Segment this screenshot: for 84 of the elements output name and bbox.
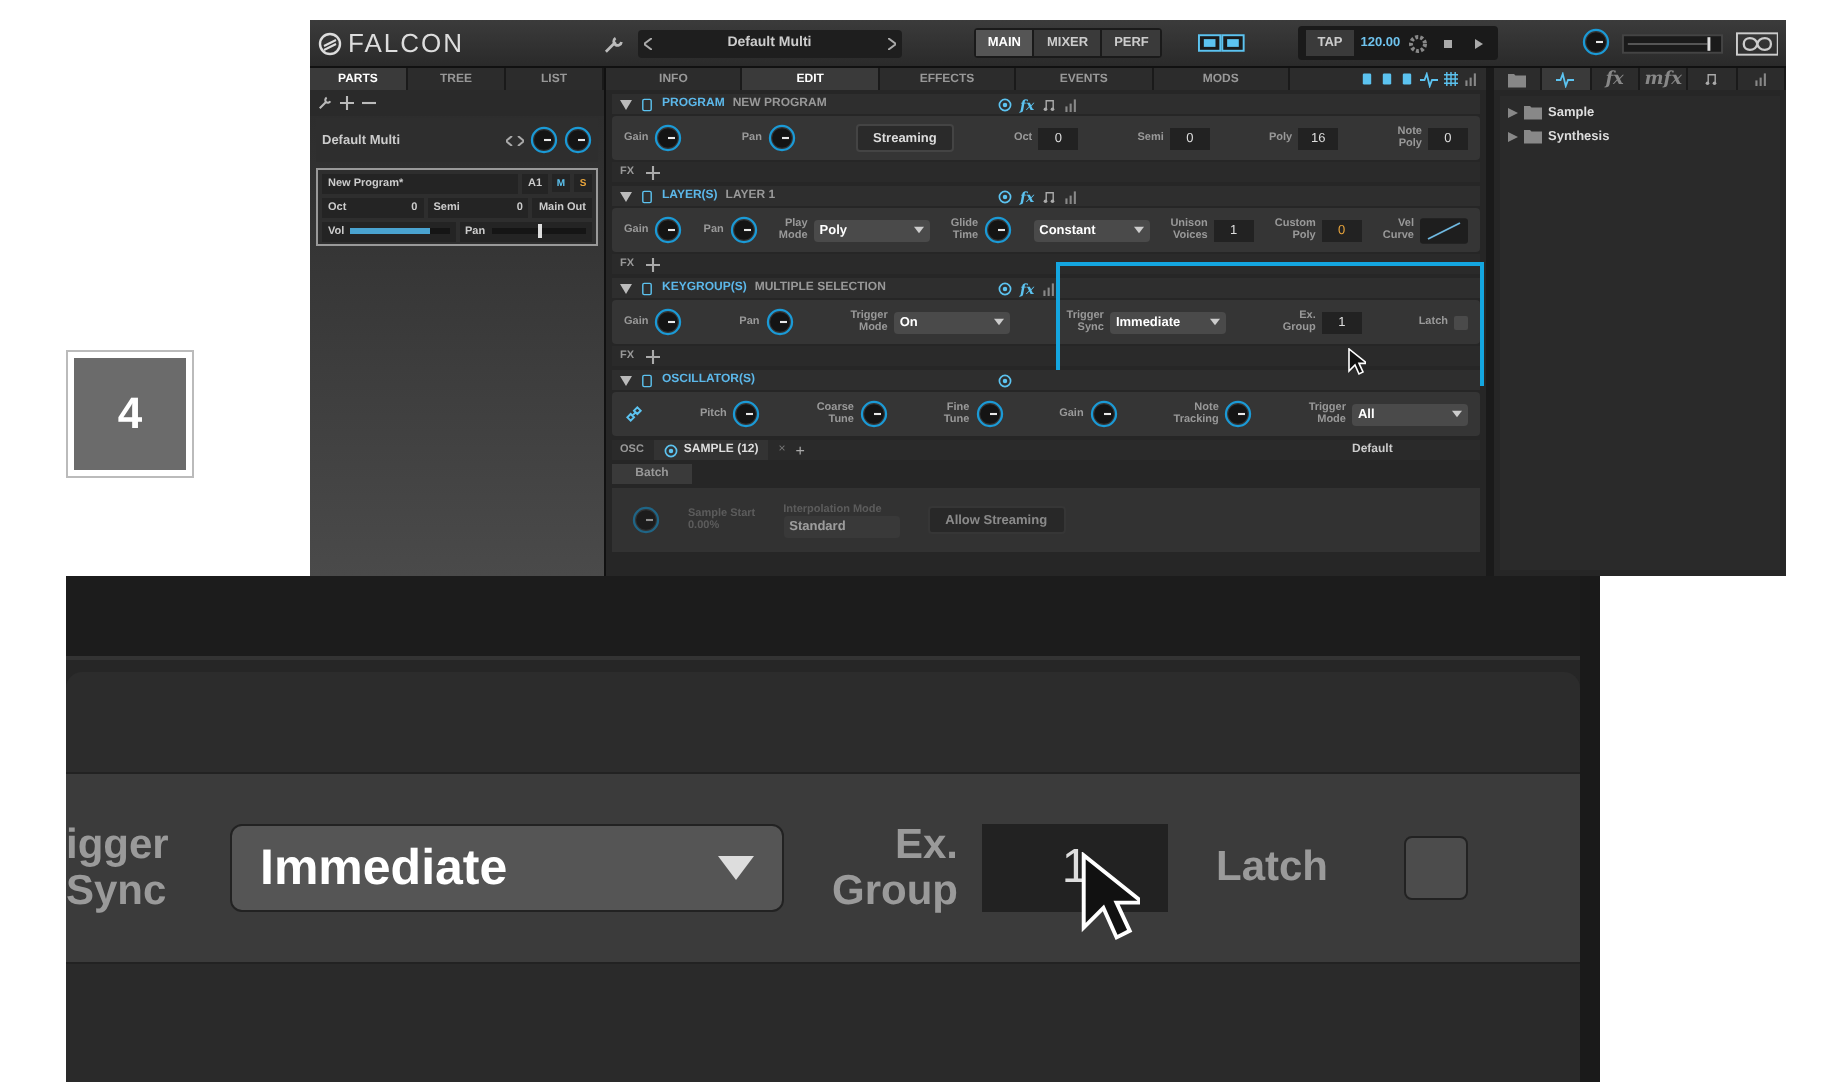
bars-icon[interactable] bbox=[1753, 72, 1768, 86]
fx-icon[interactable]: mfx bbox=[1644, 69, 1683, 89]
bars-icon[interactable] bbox=[1064, 97, 1079, 111]
trigger-sync-label: igger Sync bbox=[66, 821, 170, 915]
power-icon[interactable] bbox=[663, 443, 678, 457]
ex-group-label: Ex. Group bbox=[832, 821, 958, 915]
knob[interactable] bbox=[984, 216, 1013, 244]
caret-icon bbox=[718, 856, 754, 880]
knob[interactable] bbox=[632, 506, 660, 534]
section-icon bbox=[640, 189, 654, 203]
knob[interactable] bbox=[975, 400, 1004, 428]
collapse-triangle-icon[interactable] bbox=[620, 191, 632, 201]
knob[interactable] bbox=[859, 400, 888, 428]
add-icon[interactable] bbox=[646, 349, 661, 363]
knob[interactable] bbox=[1224, 400, 1253, 428]
arrows-icon[interactable] bbox=[506, 135, 524, 145]
knob[interactable] bbox=[1089, 400, 1118, 428]
add-icon[interactable] bbox=[340, 96, 354, 110]
waveform-icon[interactable] bbox=[1556, 71, 1575, 87]
wrench-icon[interactable] bbox=[601, 33, 626, 53]
browser-tab[interactable] bbox=[1737, 68, 1786, 90]
knob[interactable] bbox=[729, 216, 758, 244]
power-icon[interactable] bbox=[998, 373, 1012, 387]
step-number-badge: 4 bbox=[68, 352, 192, 476]
volume-slider[interactable] bbox=[350, 228, 449, 234]
knob[interactable] bbox=[654, 124, 683, 152]
grid-icon[interactable] bbox=[1444, 72, 1459, 86]
velocity-curve-icon[interactable] bbox=[1420, 217, 1468, 243]
bars-icon[interactable] bbox=[1064, 189, 1079, 203]
remove-icon[interactable] bbox=[362, 96, 376, 110]
section-icon bbox=[640, 373, 654, 387]
knob[interactable] bbox=[564, 126, 592, 154]
browser-tab[interactable]: fx bbox=[1591, 68, 1640, 90]
trigger-sync-dropdown[interactable]: Immediate bbox=[230, 824, 784, 912]
power-icon[interactable] bbox=[998, 281, 1012, 295]
note-icon[interactable] bbox=[1042, 97, 1057, 111]
bars-icon[interactable] bbox=[1464, 72, 1479, 86]
note-icon[interactable] bbox=[1042, 189, 1057, 203]
chevron-left-icon[interactable] bbox=[643, 37, 652, 49]
infinity-logo-icon bbox=[1735, 31, 1778, 55]
caret-icon bbox=[913, 226, 924, 234]
gear-icon[interactable] bbox=[1406, 33, 1431, 53]
collapse-triangle-icon[interactable] bbox=[620, 375, 632, 385]
browser-tab[interactable] bbox=[1688, 68, 1738, 90]
knob[interactable] bbox=[654, 308, 683, 336]
knob[interactable] bbox=[1582, 27, 1611, 55]
add-icon[interactable]: + bbox=[795, 441, 805, 459]
bars-icon[interactable] bbox=[1042, 281, 1057, 295]
expand-arrow-icon[interactable] bbox=[1508, 131, 1518, 141]
volume-meter-icon[interactable] bbox=[1622, 33, 1724, 53]
section-icon bbox=[640, 97, 654, 111]
expand-arrow-icon[interactable] bbox=[1508, 107, 1518, 117]
collapse-triangle-icon[interactable] bbox=[620, 99, 632, 109]
caret-icon bbox=[1209, 318, 1220, 326]
logo-icon bbox=[318, 31, 342, 55]
section-icon bbox=[640, 281, 654, 295]
power-icon[interactable] bbox=[998, 189, 1012, 203]
knob[interactable] bbox=[654, 216, 683, 244]
wrench-icon[interactable] bbox=[318, 96, 332, 110]
caret-icon bbox=[993, 318, 1004, 326]
app-logo-text: FALCON bbox=[348, 28, 465, 58]
browser-tab[interactable] bbox=[1542, 68, 1592, 90]
fx-icon[interactable]: fx bbox=[1605, 69, 1624, 89]
browser-tab[interactable] bbox=[1494, 68, 1543, 90]
latch-checkbox[interactable] bbox=[1404, 836, 1469, 900]
add-icon[interactable] bbox=[646, 165, 661, 179]
link-icon[interactable] bbox=[624, 404, 644, 424]
knob[interactable] bbox=[530, 126, 558, 154]
latch-label: Latch bbox=[1216, 844, 1329, 892]
cursor-icon bbox=[1080, 852, 1140, 944]
note-icon[interactable] bbox=[1704, 72, 1719, 86]
power-icon[interactable] bbox=[998, 97, 1012, 111]
browser-tab[interactable]: mfx bbox=[1639, 68, 1689, 90]
waveform-icon[interactable] bbox=[1420, 71, 1439, 87]
caret-icon bbox=[1133, 226, 1144, 234]
knob[interactable] bbox=[765, 308, 794, 336]
add-icon[interactable] bbox=[646, 257, 661, 271]
caret-icon bbox=[1451, 410, 1462, 418]
layout-toggle-icon[interactable] bbox=[1198, 34, 1246, 52]
knob[interactable] bbox=[767, 124, 796, 152]
chevron-right-icon[interactable] bbox=[887, 37, 896, 49]
collapse-triangle-icon[interactable] bbox=[620, 283, 632, 293]
cursor-icon bbox=[1348, 348, 1366, 376]
knob[interactable] bbox=[732, 400, 761, 428]
